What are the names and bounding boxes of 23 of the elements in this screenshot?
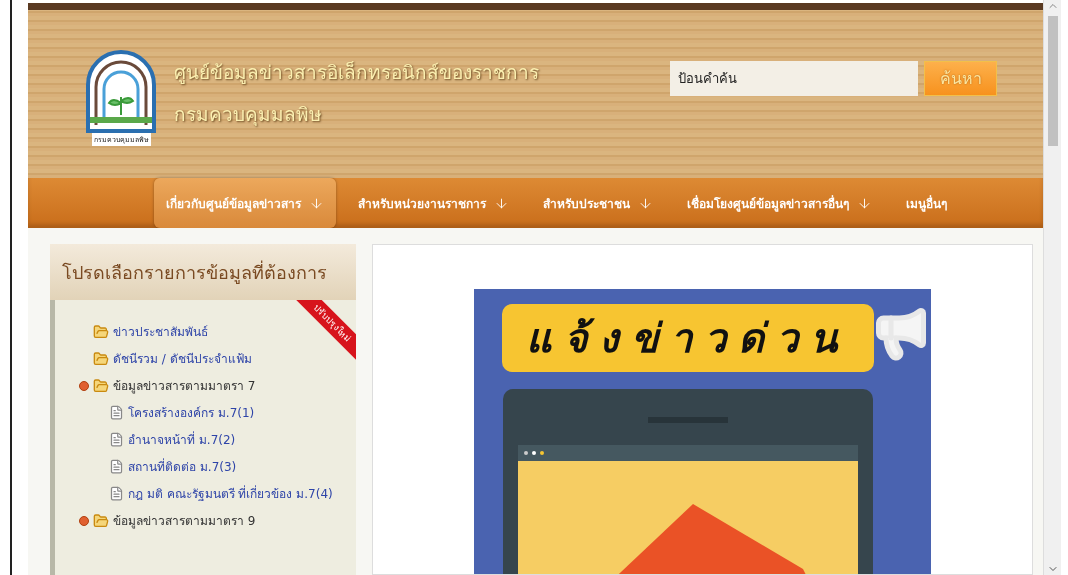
document-icon (109, 486, 124, 501)
document-icon (109, 459, 124, 474)
tree-item-link[interactable]: โครงสร้างองค์กร ม.7(1) (128, 403, 255, 422)
banner-headline: แจ้งข่าวด่วน (501, 304, 874, 372)
document-icon (109, 405, 124, 420)
tree-item-link[interactable]: ข้อมูลข่าวสารตามมาตรา 7 (113, 376, 256, 395)
tree-item-link[interactable]: ข้อมูลข่าวสารตามมาตรา 9 (113, 511, 256, 530)
folder-icon (93, 323, 109, 340)
folder-icon (93, 350, 109, 367)
tree-item-link[interactable]: อำนาจหน้าที่ ม.7(2) (128, 430, 236, 449)
scrollbar[interactable] (1043, 0, 1061, 575)
scrollbar-thumb[interactable] (1047, 16, 1058, 146)
folder-icon (93, 377, 109, 394)
sidebar-title: โปรดเลือกรายการข้อมูลที่ต้องการ (62, 259, 327, 286)
folder-icon (93, 512, 109, 529)
site-subtitle: กรมควบคุมมลพิษ (174, 102, 323, 128)
document-icon (109, 432, 124, 447)
site-title: ศูนย์ข้อมูลข่าวสารอิเล็กทรอนิกส์ของราชการ (174, 60, 540, 86)
tree-item-link[interactable]: ดัชนีรวม / ดัชนีประจำแฟ้ม (113, 349, 252, 368)
tree-item-link[interactable]: ข่าวประชาสัมพันธ์ (113, 322, 208, 341)
tree-item-link[interactable]: กฎ มติ คณะรัฐมนตรี ที่เกี่ยวข้อง ม.7(4) (128, 484, 333, 503)
search-field[interactable]: ป้อนคำค้น (670, 61, 918, 96)
tree-item-link[interactable]: สถานที่ติดต่อ ม.7(3) (128, 457, 237, 476)
